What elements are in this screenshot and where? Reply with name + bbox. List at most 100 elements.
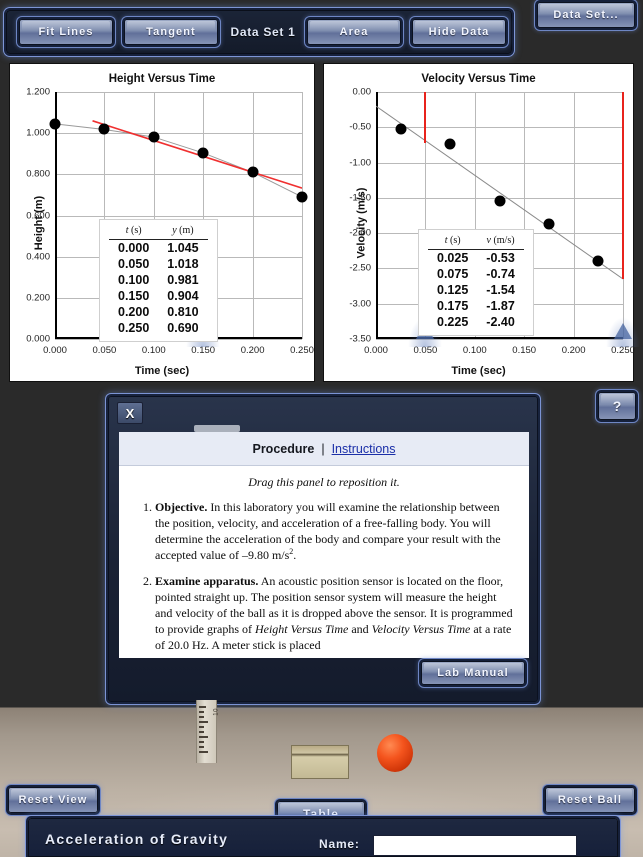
table-cell: 0.150: [118, 289, 150, 303]
gridline-vertical: [573, 92, 575, 339]
y-tick-label: -2.00: [349, 227, 371, 239]
procedure-step-1: Objective. In this laboratory you will e…: [155, 500, 515, 564]
data-set-menu-button[interactable]: Data Set...: [537, 2, 635, 28]
data-point: [49, 118, 61, 130]
procedure-step-2: Examine apparatus. An acoustic position …: [155, 574, 515, 653]
instructions-link[interactable]: Instructions: [332, 442, 396, 456]
app-root: Fit Lines Tangent Data Set 1 Area Hide D…: [0, 0, 643, 857]
table-cell: 0.904: [167, 289, 199, 303]
table-cell: 0.250: [118, 321, 150, 335]
procedure-document: Procedure | Instructions Drag this panel…: [119, 432, 529, 658]
table-row: 0.150 0.904: [109, 288, 208, 304]
help-button[interactable]: ?: [598, 392, 636, 420]
y-tick-label: -3.50: [349, 333, 371, 345]
table-row: 0.075 -0.74: [428, 266, 524, 282]
table-cell: 0.810: [167, 305, 199, 319]
table-cell: 0.050: [118, 257, 150, 271]
name-label: Name:: [319, 837, 360, 851]
table-row: 0.175 -1.87: [428, 298, 524, 314]
panel-drag-handle[interactable]: [194, 425, 240, 432]
gridline-horizontal: [55, 174, 302, 176]
x-tick-label: 0.100: [462, 345, 487, 356]
cursor-marker-handle[interactable]: [614, 323, 632, 339]
bottom-bar: Acceleration of Gravity Name:: [28, 818, 618, 857]
lab-table-object: [291, 745, 349, 779]
x-tick-label: 0.100: [141, 345, 166, 356]
step-italic-2: Velocity Versus Time: [371, 621, 471, 636]
y-tick-label: 0.600: [26, 210, 50, 221]
y-tick-label: -3.00: [349, 298, 371, 310]
y-tick-label: -1.00: [349, 157, 371, 169]
table-cell: 0.025: [437, 251, 469, 265]
table-cell: 0.690: [167, 321, 199, 335]
plot-area: 0.00 -0.50 -1.00 -1.50 -2.00 -2.50 -3.00 -3.50 0…: [349, 87, 640, 356]
data-point: [444, 138, 456, 150]
chart-data-table: t (s) y (m) 0.000 1.045 0.050 1.018 0.100 0.981…: [99, 219, 218, 342]
name-input[interactable]: [373, 835, 577, 856]
document-body: Drag this panel to reposition it. Object…: [119, 466, 529, 653]
y-tick-label: 0.400: [26, 251, 50, 263]
step-heading: Examine apparatus.: [155, 574, 259, 589]
step-body-2: and: [348, 621, 372, 636]
table-cell: 0.000: [118, 241, 150, 255]
cursor-line[interactable]: [622, 92, 624, 279]
x-tick-label: 0.000: [43, 345, 67, 356]
cursor-line[interactable]: [424, 92, 427, 143]
gridline-horizontal: [55, 92, 302, 93]
data-point: [148, 131, 160, 143]
close-icon[interactable]: X: [117, 402, 143, 424]
y-axis-title: Height (m): [33, 195, 46, 250]
gridline-horizontal: [55, 215, 302, 217]
x-tick-label: 0.050: [92, 345, 117, 356]
area-button[interactable]: Area: [307, 19, 401, 45]
table-header: y (m): [158, 224, 208, 240]
table-cell: 1.018: [167, 257, 199, 271]
gridline-horizontal: [376, 162, 623, 164]
data-point: [395, 123, 407, 135]
graph-toolbar: Fit Lines Tangent Data Set 1 Area Hide D…: [6, 10, 512, 54]
reset-view-button[interactable]: Reset View: [8, 787, 98, 813]
table-cell: -1.54: [486, 283, 515, 297]
procedure-panel[interactable]: X Procedure | Instructions Drag this pan…: [108, 396, 538, 702]
tangent-button[interactable]: Tangent: [124, 19, 218, 45]
data-point: [592, 255, 604, 267]
procedure-steps: Objective. In this laboratory you will e…: [133, 500, 515, 653]
x-tick-label: 0.200: [240, 345, 265, 356]
procedure-title: Procedure: [252, 441, 315, 456]
document-header: Procedure | Instructions: [119, 432, 529, 466]
meter-stick: 10: [196, 700, 220, 763]
x-tick-label: 0.000: [364, 345, 388, 356]
hide-data-button[interactable]: Hide Data: [412, 19, 506, 45]
reset-ball-button[interactable]: Reset Ball: [545, 787, 635, 813]
lab-manual-button[interactable]: Lab Manual: [421, 661, 525, 685]
table-row: 0.050 1.018: [109, 256, 208, 272]
x-tick-label: 0.150: [512, 345, 537, 356]
data-point: [197, 147, 209, 159]
table-cell: -1.87: [486, 299, 515, 313]
step-body-end: .: [293, 548, 297, 563]
table-row: 0.250 0.690: [109, 320, 208, 336]
y-tick-label: 0.00: [352, 86, 372, 98]
table-cell: 0.075: [437, 267, 469, 281]
x-tick-label: 0.250: [290, 345, 314, 356]
table-cell: -0.74: [486, 267, 515, 281]
table-row: 0.025 -0.53: [428, 250, 524, 267]
gridline-horizontal: [55, 133, 302, 135]
table-row: 0.100 0.981: [109, 272, 208, 288]
table-header: v (m/s): [477, 234, 524, 250]
table-cell: 0.981: [167, 273, 199, 287]
data-point: [494, 195, 505, 207]
data-point: [543, 218, 555, 230]
y-tick-label: -2.50: [349, 262, 371, 274]
height-versus-time-chart[interactable]: Height Versus Time Height (m) Time (sec)…: [9, 63, 315, 382]
data-set-label: Data Set 1: [230, 25, 296, 39]
velocity-versus-time-chart[interactable]: Velocity Versus Time Velocity (m/s) Time…: [323, 63, 640, 382]
chart-data-table: t (s) v (m/s) 0.025 -0.53 0.075 -0.74 0.125 -1.…: [418, 229, 534, 336]
fit-lines-button[interactable]: Fit Lines: [19, 19, 113, 45]
data-point: [296, 191, 308, 203]
y-tick-label: 0.800: [26, 168, 50, 180]
ball-object[interactable]: [377, 734, 413, 772]
gridline-horizontal: [376, 127, 623, 129]
chart-title: Height Versus Time: [108, 73, 216, 85]
table-row: 0.000 1.045: [109, 240, 208, 257]
